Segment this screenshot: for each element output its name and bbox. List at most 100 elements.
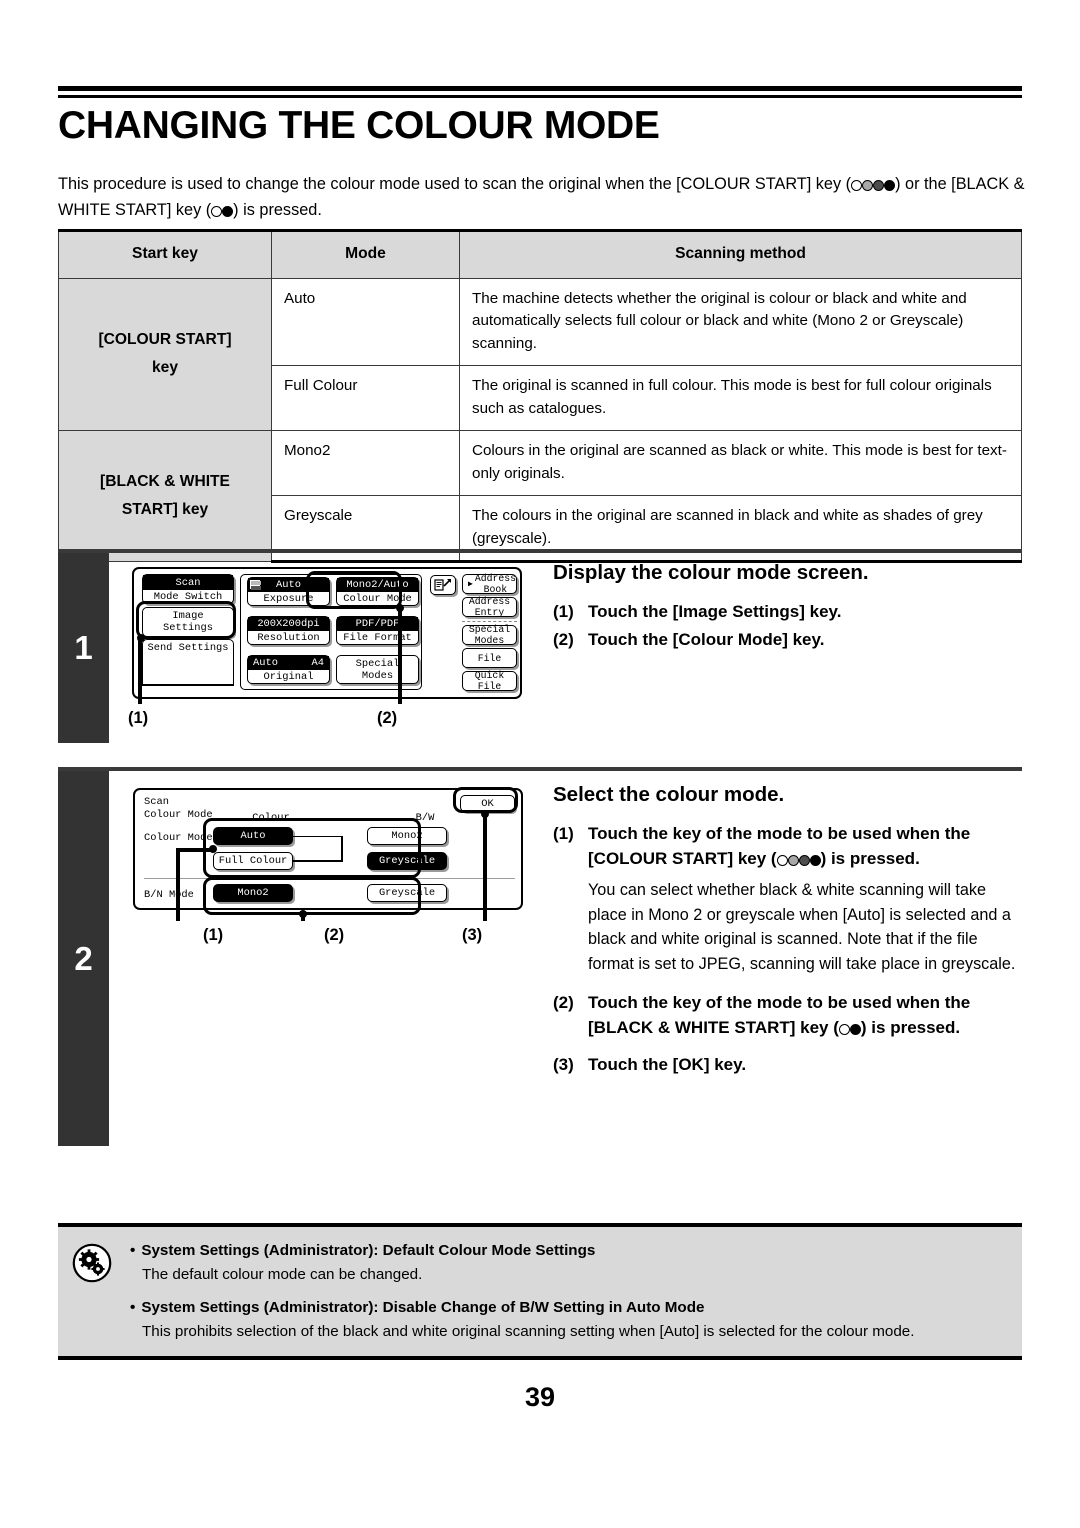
- table-row: [BLACK & WHITE START] key Mono2 Colours …: [58, 430, 1022, 562]
- key-send-settings[interactable]: Send Settings: [142, 639, 234, 656]
- key-address-book[interactable]: ▶ Address Book: [462, 573, 517, 595]
- key-colour-full[interactable]: Full Colour: [213, 852, 293, 870]
- start-key-colour-line1: [COLOUR START]: [98, 330, 232, 348]
- step2-item-2-text-b: ) is pressed.: [860, 1018, 961, 1037]
- method-full-colour: The original is scanned in full colour. …: [459, 365, 1022, 431]
- header-rules: [58, 86, 1022, 98]
- step1-text: Display the colour mode screen. (1) Touc…: [553, 560, 1025, 655]
- step1-screen: Scan Mode Switch Image Settings Send Set…: [132, 567, 522, 699]
- screen2-title-line2: Colour Mode: [144, 809, 213, 821]
- leader-line-2-3: [483, 814, 487, 921]
- screen2-sep-left: [144, 878, 264, 879]
- key-quick-file[interactable]: Quick File: [462, 670, 517, 692]
- col-header-colour: Colour: [252, 812, 290, 824]
- step2-item-1-body: You can select whether black & white sca…: [588, 881, 1016, 973]
- key-file[interactable]: File: [462, 648, 517, 668]
- key-colour-auto[interactable]: Auto: [213, 827, 293, 845]
- key-special-modes-right[interactable]: Special Modes: [462, 624, 517, 646]
- mode-mono2: Mono2: [271, 430, 460, 496]
- key-special-modes-mid[interactable]: Special Modes: [336, 655, 419, 684]
- leader-line-1: [138, 638, 142, 704]
- key-file-format-bottom: File Format: [343, 631, 412, 644]
- page-title: CHANGING THE COLOUR MODE: [58, 104, 660, 147]
- col-scanning-method: Scanning method: [459, 229, 1022, 279]
- key-colour-mode-bottom: Colour Mode: [343, 592, 412, 605]
- col-header-bw: B/W: [415, 812, 435, 824]
- key-bwmode-mono2[interactable]: Mono2: [213, 884, 293, 902]
- intro-paragraph: This procedure is used to change the col…: [58, 172, 1026, 224]
- step2-spacer: [553, 1044, 1025, 1052]
- step1-item-1: (1) Touch the [Image Settings] key.: [553, 599, 1025, 624]
- key-file-format[interactable]: PDF/PDF File Format: [336, 616, 419, 645]
- start-key-bw-line1: [BLACK & WHITE: [100, 472, 230, 490]
- start-key-colour-line2: key: [151, 358, 179, 376]
- screen2-title-line1: Scan: [144, 796, 169, 808]
- method-auto: The machine detects whether the original…: [459, 277, 1022, 366]
- connector-greyscale: [293, 860, 343, 862]
- intro-text-c: ) is pressed.: [233, 201, 322, 219]
- send-destination-icon[interactable]: [430, 575, 456, 595]
- step-badge-2: 2: [58, 771, 109, 1146]
- key-original-top: Auto A4: [248, 656, 329, 670]
- step2-item-3-num: (3): [553, 1055, 574, 1074]
- table-row: [COLOUR START] key Auto The machine dete…: [58, 277, 1022, 431]
- key-bw-greyscale[interactable]: Greyscale: [367, 852, 447, 870]
- key-file-format-top: PDF/PDF: [337, 617, 418, 631]
- mode-auto: Auto: [271, 277, 460, 366]
- notes-content: System Settings (Administrator): Default…: [130, 1227, 1022, 1356]
- key-resolution[interactable]: 200X200dpi Resolution: [247, 616, 330, 645]
- key-colour-mode-top: Mono2/Auto: [337, 578, 418, 592]
- key-bwmode-greyscale[interactable]: Greyscale: [367, 884, 447, 902]
- key-bw-greyscale-label: Greyscale: [378, 855, 436, 867]
- step2-item-2: (2) Touch the key of the mode to be used…: [553, 990, 1025, 1041]
- key-quick-file-label: Quick File: [474, 670, 505, 692]
- leader-line-2-1: [176, 848, 180, 921]
- note-1-body: The default colour mode can be changed.: [142, 1266, 423, 1283]
- key-colour-auto-label: Auto: [240, 830, 266, 842]
- col-start-key: Start key: [58, 229, 272, 279]
- note-1-title: System Settings (Administrator): Default…: [130, 1239, 1008, 1262]
- triangle-right-icon: ▶: [468, 580, 473, 589]
- key-address-entry-label: Address Entry: [468, 596, 511, 618]
- key-image-settings-line2: Settings: [163, 622, 213, 634]
- step2-item-3-text: Touch the [OK] key.: [588, 1055, 747, 1074]
- key-special-modes-mid-label: Special Modes: [355, 657, 400, 682]
- row-label-colour-mode: Colour Mode: [144, 832, 213, 844]
- key-file-label: File: [477, 652, 502, 664]
- step1-divider: [58, 549, 1022, 553]
- intro-text-a: This procedure is used to change the col…: [58, 175, 852, 193]
- left-panel-frame: [142, 656, 234, 684]
- key-original[interactable]: Auto A4 Original: [247, 655, 330, 684]
- key-bwmode-greyscale-label: Greyscale: [378, 887, 436, 899]
- key-bw-mono2[interactable]: Mono2: [367, 827, 447, 845]
- step1-item-2-text: Touch the [Colour Mode] key.: [588, 630, 825, 649]
- step2-item-1-text-b: ) is pressed.: [820, 849, 920, 868]
- start-key-bw: [BLACK & WHITE START] key: [58, 430, 272, 562]
- step-badge-1: 1: [58, 553, 109, 743]
- key-bw-mono2-label: Mono2: [391, 830, 423, 842]
- screen2-sep-right: [265, 878, 515, 879]
- mode-full-colour: Full Colour: [271, 365, 460, 431]
- gear-icon: [72, 1243, 112, 1283]
- step1-heading: Display the colour mode screen.: [553, 561, 869, 584]
- step2-text: Select the colour mode. (1) Touch the ke…: [553, 782, 1025, 1080]
- step2-item-1-text: Touch the key of the mode to be used whe…: [588, 821, 1025, 872]
- step1-item-1-text: Touch the [Image Settings] key.: [588, 602, 842, 621]
- key-special-modes-right-label: Special Modes: [468, 624, 511, 646]
- colour-start-dots-icon-2: [776, 847, 821, 872]
- callout-3-step2: (3): [462, 926, 483, 944]
- leader-line-2-2: [301, 914, 305, 921]
- key-mode-switch[interactable]: Scan Mode Switch: [142, 574, 234, 604]
- key-mode-switch-bottom: Mode Switch: [153, 590, 223, 603]
- key-address-entry[interactable]: Address Entry: [462, 596, 517, 618]
- key-colour-mode[interactable]: Mono2/Auto Colour Mode: [336, 577, 419, 606]
- callout-1-step2: (1): [203, 926, 224, 944]
- key-send-settings-label: Send Settings: [147, 642, 229, 654]
- colour-start-dots-icon: [851, 173, 896, 198]
- leader-h-2-1: [176, 848, 213, 852]
- key-original-bottom: Original: [263, 670, 314, 683]
- connector-auto: [293, 835, 343, 838]
- key-ok[interactable]: OK: [460, 795, 515, 812]
- key-image-settings[interactable]: Image Settings: [142, 607, 234, 637]
- key-bwmode-mono2-label: Mono2: [237, 887, 269, 899]
